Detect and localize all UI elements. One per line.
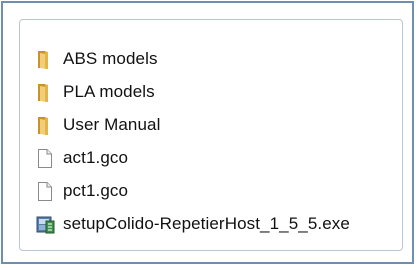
list-item-act1-gco[interactable]: act1.gco — [34, 141, 394, 174]
file-name: act1.gco — [63, 147, 129, 167]
list-item-user-manual[interactable]: User Manual — [34, 108, 394, 141]
file-name: User Manual — [63, 114, 161, 134]
file-icon — [34, 147, 56, 169]
file-name: setupColido-RepetierHost_1_5_5.exe — [63, 213, 350, 233]
file-name: ABS models — [63, 48, 158, 68]
folder-icon — [34, 114, 56, 136]
list-item-pla-models[interactable]: PLA models — [34, 75, 394, 108]
file-list: ABS models PLA models User Manual act1.g… — [34, 42, 394, 240]
list-item-pct1-gco[interactable]: pct1.gco — [34, 174, 394, 207]
file-icon — [34, 180, 56, 202]
list-item-setup-exe[interactable]: setupColido-RepetierHost_1_5_5.exe — [34, 207, 394, 240]
file-list-panel: ABS models PLA models User Manual act1.g… — [19, 19, 403, 251]
file-name: pct1.gco — [63, 180, 129, 200]
folder-icon — [34, 48, 56, 70]
list-item-abs-models[interactable]: ABS models — [34, 42, 394, 75]
file-name: PLA models — [63, 81, 155, 101]
folder-icon — [34, 81, 56, 103]
installer-icon — [34, 213, 56, 235]
window-frame: ABS models PLA models User Manual act1.g… — [1, 1, 414, 264]
